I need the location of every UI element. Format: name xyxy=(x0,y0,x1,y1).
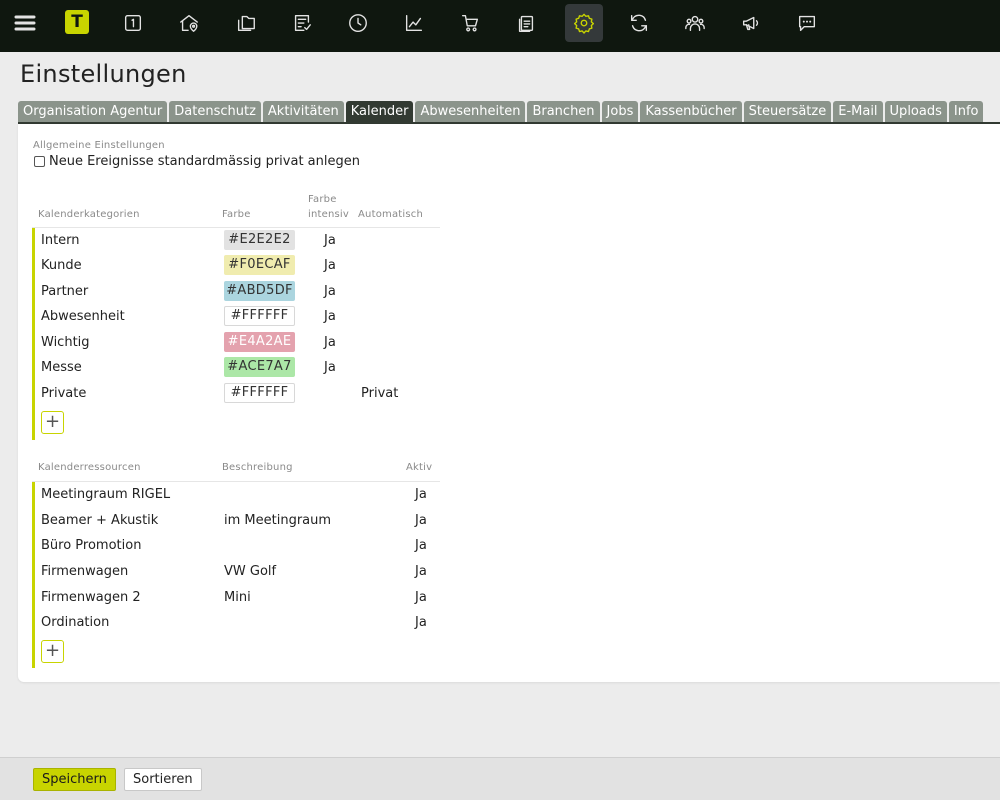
category-row[interactable]: Partner #ABD5DF Ja xyxy=(35,279,440,304)
category-row[interactable]: Messe #ACE7A7 Ja xyxy=(35,355,440,380)
resource-active: Ja xyxy=(415,513,427,528)
page-title: Einstellungen xyxy=(20,60,187,88)
calendar-day-icon[interactable] xyxy=(114,4,152,42)
cart-icon[interactable] xyxy=(451,4,489,42)
resource-description: im Meetingraum xyxy=(224,513,332,528)
tab-kalender[interactable]: Kalender xyxy=(345,101,414,123)
add-category-button[interactable]: + xyxy=(41,411,64,434)
resources-header-description: Beschreibung xyxy=(222,462,293,473)
sort-button[interactable]: Sortieren xyxy=(124,768,202,791)
chart-line-icon[interactable] xyxy=(395,4,433,42)
resource-row[interactable]: Beamer + Akustik im Meetingraum Ja xyxy=(35,508,440,533)
resource-row[interactable]: Firmenwagen VW Golf Ja xyxy=(35,559,440,584)
category-row[interactable]: Intern #E2E2E2 Ja xyxy=(35,228,440,253)
category-intensive: Ja xyxy=(324,335,336,350)
menu-icon[interactable] xyxy=(6,4,44,42)
category-row[interactable]: Wichtig #E4A2AE Ja xyxy=(35,330,440,355)
category-intensive: Ja xyxy=(324,360,336,375)
categories-header-intensive-line2: intensiv xyxy=(308,209,350,220)
resource-name: Firmenwagen xyxy=(41,564,129,579)
categories-header-automatic: Automatisch xyxy=(358,209,424,220)
resource-name: Meetingraum RIGEL xyxy=(41,487,171,502)
save-button[interactable]: Speichern xyxy=(33,768,116,791)
categories-header-color: Farbe xyxy=(222,209,251,220)
category-name: Messe xyxy=(41,360,82,375)
resource-description: Mini xyxy=(224,590,251,605)
megaphone-icon[interactable] xyxy=(732,4,770,42)
gear-icon[interactable] xyxy=(565,4,603,42)
resource-description: VW Golf xyxy=(224,564,277,579)
category-color-swatch[interactable]: #ACE7A7 xyxy=(224,357,295,377)
calendar-settings-panel: Allgemeine Einstellungen Neue Ereignisse… xyxy=(18,124,1000,682)
private-default-checkbox[interactable] xyxy=(34,156,45,167)
category-color-swatch[interactable]: #E2E2E2 xyxy=(224,230,295,250)
resources-header-active: Aktiv xyxy=(406,462,433,473)
top-navigation-bar: T xyxy=(0,0,1000,52)
resource-row[interactable]: Büro Promotion Ja xyxy=(35,533,440,558)
tab-organisation-agentur[interactable]: Organisation Agentur xyxy=(18,101,168,123)
checklist-icon[interactable] xyxy=(283,4,321,42)
tab-abwesenheiten[interactable]: Abwesenheiten xyxy=(415,101,526,123)
general-settings-label: Allgemeine Einstellungen xyxy=(33,140,165,151)
resource-row[interactable]: Meetingraum RIGEL Ja xyxy=(35,482,440,507)
users-icon[interactable] xyxy=(676,4,714,42)
tab-jobs[interactable]: Jobs xyxy=(601,101,639,123)
resource-name: Büro Promotion xyxy=(41,538,142,553)
refresh-icon[interactable] xyxy=(620,4,658,42)
tab-kassenbuecher[interactable]: Kassenbücher xyxy=(640,101,742,123)
folders-icon[interactable] xyxy=(227,4,265,42)
resource-name: Firmenwagen 2 xyxy=(41,590,141,605)
resource-row[interactable]: Firmenwagen 2 Mini Ja xyxy=(35,585,440,610)
category-name: Kunde xyxy=(41,258,82,273)
footer-action-bar: Speichern Sortieren xyxy=(0,757,1000,800)
category-name: Intern xyxy=(41,233,80,248)
tab-uploads[interactable]: Uploads xyxy=(884,101,947,123)
tab-steuersaetze[interactable]: Steuersätze xyxy=(743,101,832,123)
private-default-label: Neue Ereignisse standardmässig privat an… xyxy=(49,154,360,169)
category-name: Wichtig xyxy=(41,335,90,350)
private-default-option[interactable]: Neue Ereignisse standardmässig privat an… xyxy=(34,154,360,169)
home-location-icon[interactable] xyxy=(170,4,208,42)
resource-active: Ja xyxy=(415,487,427,502)
categories-table: Intern #E2E2E2 Ja Kunde #F0ECAF Ja Partn… xyxy=(32,228,440,440)
category-automatic: Privat xyxy=(361,386,399,401)
category-name: Private xyxy=(41,386,87,401)
tab-branchen[interactable]: Branchen xyxy=(527,101,600,123)
categories-header-name: Kalenderkategorien xyxy=(38,209,140,220)
resource-name: Beamer + Akustik xyxy=(41,513,159,528)
tab-email[interactable]: E-Mail xyxy=(833,101,883,123)
category-row[interactable]: Private #FFFFFF Privat xyxy=(35,381,440,406)
category-color-swatch[interactable]: #FFFFFF xyxy=(224,383,295,403)
category-color-swatch[interactable]: #ABD5DF xyxy=(224,281,295,301)
category-intensive: Ja xyxy=(324,309,336,324)
category-color-swatch[interactable]: #FFFFFF xyxy=(224,306,295,326)
category-row[interactable]: Abwesenheit #FFFFFF Ja xyxy=(35,304,440,329)
documents-icon[interactable] xyxy=(507,4,545,42)
brand-logo[interactable]: T xyxy=(65,10,89,34)
add-resource-button[interactable]: + xyxy=(41,640,64,663)
resource-active: Ja xyxy=(415,564,427,579)
resources-table: Meetingraum RIGEL Ja Beamer + Akustik im… xyxy=(32,482,440,668)
tab-datenschutz[interactable]: Datenschutz xyxy=(169,101,261,123)
category-color-swatch[interactable]: #E4A2AE xyxy=(224,332,295,352)
tab-info[interactable]: Info xyxy=(948,101,984,123)
tab-aktivitaeten[interactable]: Aktivitäten xyxy=(262,101,344,123)
settings-tabs: Organisation Agentur Datenschutz Aktivit… xyxy=(18,101,984,123)
category-name: Partner xyxy=(41,284,89,299)
resource-active: Ja xyxy=(415,538,427,553)
categories-header-intensive-line1: Farbe xyxy=(308,194,337,205)
category-name: Abwesenheit xyxy=(41,309,125,324)
resource-row[interactable]: Ordination Ja xyxy=(35,610,440,635)
category-intensive: Ja xyxy=(324,284,336,299)
resource-name: Ordination xyxy=(41,615,110,630)
category-intensive: Ja xyxy=(324,258,336,273)
category-row[interactable]: Kunde #F0ECAF Ja xyxy=(35,253,440,278)
resources-header-name: Kalenderressourcen xyxy=(38,462,141,473)
category-color-swatch[interactable]: #F0ECAF xyxy=(224,255,295,275)
chat-icon[interactable] xyxy=(788,4,826,42)
resource-active: Ja xyxy=(415,590,427,605)
resource-active: Ja xyxy=(415,615,427,630)
clock-icon[interactable] xyxy=(339,4,377,42)
category-intensive: Ja xyxy=(324,233,336,248)
